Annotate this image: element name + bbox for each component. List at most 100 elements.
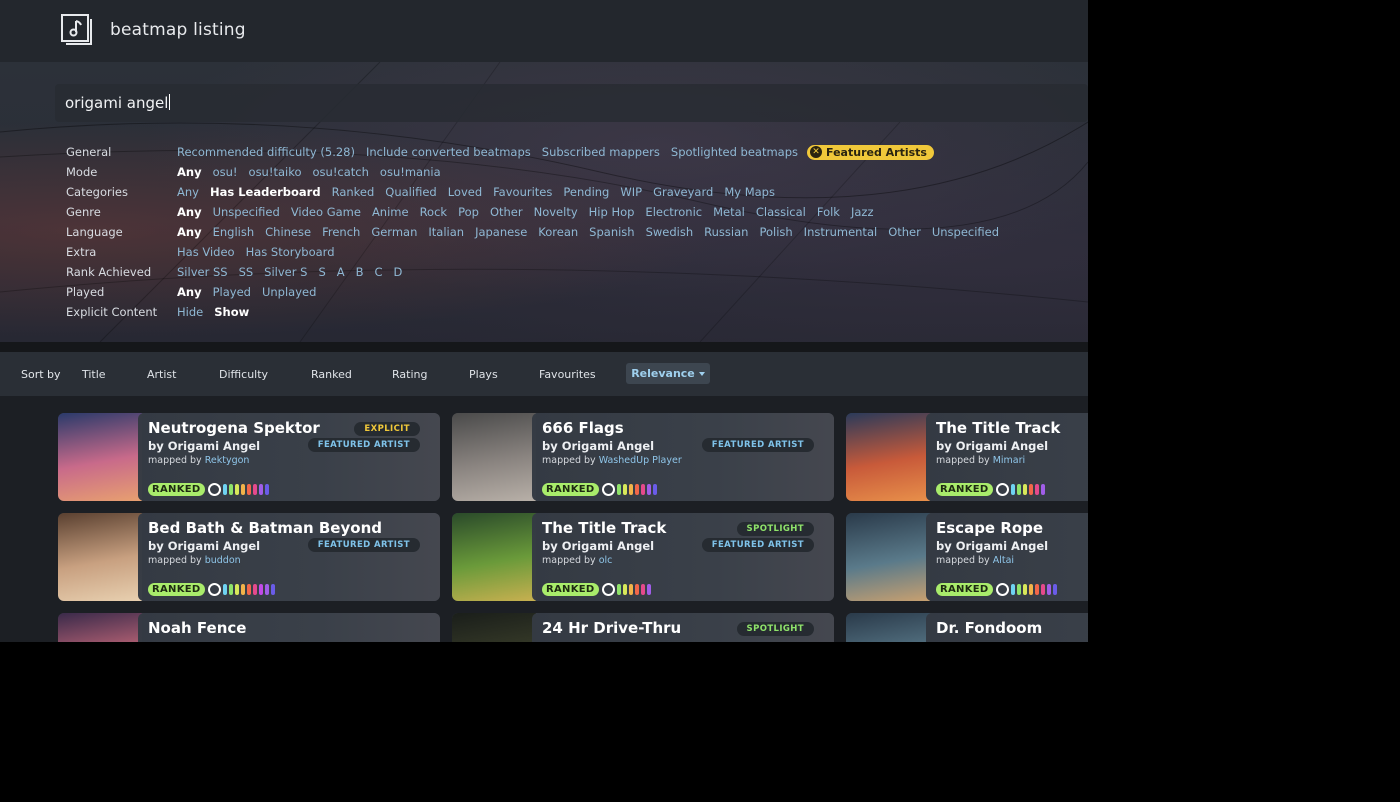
close-icon[interactable]: ✕ [810, 146, 823, 158]
filter-option-played[interactable]: Played [213, 285, 251, 299]
sort-relevance-button[interactable]: Relevance [626, 363, 710, 384]
beatmap-card[interactable]: The Title Track by Origami Angel mapped by… [846, 413, 1088, 501]
beatmap-artist[interactable]: by Origami Angel [936, 439, 1048, 453]
difficulty-indicator[interactable] [246, 583, 251, 595]
difficulty-indicator[interactable] [1022, 483, 1027, 495]
filter-option-any[interactable]: Any [177, 285, 202, 299]
filter-option-ss[interactable]: SS [239, 265, 254, 279]
filter-option-hip-hop[interactable]: Hip Hop [589, 205, 635, 219]
filter-option-any[interactable]: Any [177, 165, 202, 179]
filter-option-pop[interactable]: Pop [458, 205, 479, 219]
filter-option-ranked[interactable]: Ranked [332, 185, 375, 199]
difficulty-indicator[interactable] [622, 583, 627, 595]
difficulty-indicator[interactable] [616, 483, 621, 495]
filter-option-hide[interactable]: Hide [177, 305, 203, 319]
filter-option-s[interactable]: S [318, 265, 325, 279]
filter-option-other[interactable]: Other [888, 225, 921, 239]
difficulty-indicator[interactable] [1040, 483, 1045, 495]
filter-option-japanese[interactable]: Japanese [475, 225, 527, 239]
filter-option-a[interactable]: A [337, 265, 345, 279]
filter-option-metal[interactable]: Metal [713, 205, 745, 219]
filter-option-spanish[interactable]: Spanish [589, 225, 634, 239]
difficulty-indicator[interactable] [622, 483, 627, 495]
filter-option-instrumental[interactable]: Instrumental [804, 225, 878, 239]
filter-option-electronic[interactable]: Electronic [645, 205, 702, 219]
filter-option-silver-s[interactable]: Silver S [264, 265, 307, 279]
filter-option-subscribed-mappers[interactable]: Subscribed mappers [542, 145, 660, 160]
filter-option-german[interactable]: German [371, 225, 417, 239]
beatmap-artist[interactable]: by Origami Angel [542, 539, 654, 553]
filter-option-any[interactable]: Any [177, 205, 202, 219]
difficulty-indicator[interactable] [1028, 583, 1033, 595]
difficulty-indicator[interactable] [246, 483, 251, 495]
filter-option-unspecified[interactable]: Unspecified [932, 225, 999, 239]
difficulty-indicator[interactable] [646, 583, 651, 595]
filter-option-d[interactable]: D [394, 265, 403, 279]
beatmap-thumbnail[interactable] [846, 513, 930, 601]
beatmap-card[interactable]: Dr. Fondoom [846, 613, 1088, 642]
filter-option-graveyard[interactable]: Graveyard [653, 185, 713, 199]
beatmap-title[interactable]: The Title Track [542, 519, 666, 537]
filter-option-english[interactable]: English [213, 225, 255, 239]
beatmap-thumbnail[interactable] [58, 413, 142, 501]
beatmap-title[interactable]: Escape Rope [936, 519, 1043, 537]
difficulty-indicator[interactable] [228, 483, 233, 495]
difficulty-indicator[interactable] [640, 583, 645, 595]
beatmap-title[interactable]: Neutrogena Spektor [148, 419, 320, 437]
sort-ranked-button[interactable]: Ranked [311, 368, 352, 381]
filter-option-loved[interactable]: Loved [448, 185, 482, 199]
difficulty-indicator[interactable] [640, 483, 645, 495]
difficulty-indicator[interactable] [264, 483, 269, 495]
difficulty-indicator[interactable] [646, 483, 651, 495]
beatmap-artist[interactable]: by Origami Angel [148, 539, 260, 553]
filter-option-jazz[interactable]: Jazz [851, 205, 874, 219]
difficulty-indicator[interactable] [1010, 583, 1015, 595]
beatmap-card[interactable]: Bed Bath & Batman Beyond by Origami Angel… [58, 513, 440, 601]
filter-option-rock[interactable]: Rock [420, 205, 448, 219]
beatmap-title[interactable]: 24 Hr Drive-Thru [542, 619, 681, 637]
filter-option-french[interactable]: French [322, 225, 360, 239]
filter-option-swedish[interactable]: Swedish [646, 225, 694, 239]
filter-option-my-maps[interactable]: My Maps [724, 185, 775, 199]
mapper-link[interactable]: olc [599, 555, 613, 566]
difficulty-indicator[interactable] [1046, 583, 1051, 595]
filter-option-has-video[interactable]: Has Video [177, 245, 235, 259]
difficulty-indicator[interactable] [234, 483, 239, 495]
beatmap-title[interactable]: The Title Track [936, 419, 1060, 437]
filter-option-classical[interactable]: Classical [756, 205, 806, 219]
difficulty-indicator[interactable] [628, 483, 633, 495]
difficulty-indicator[interactable] [1010, 483, 1015, 495]
filter-option-folk[interactable]: Folk [817, 205, 840, 219]
filter-option-novelty[interactable]: Novelty [534, 205, 578, 219]
beatmap-thumbnail[interactable] [846, 613, 930, 642]
mapper-link[interactable]: Rektygon [205, 455, 250, 466]
difficulty-indicator[interactable] [258, 483, 263, 495]
sort-rating-button[interactable]: Rating [392, 368, 427, 381]
filter-option-osu-catch[interactable]: osu!catch [313, 165, 369, 179]
filter-option-chinese[interactable]: Chinese [265, 225, 311, 239]
difficulty-indicator[interactable] [234, 583, 239, 595]
beatmap-card[interactable]: Neutrogena Spektor by Origami Angel mapped… [58, 413, 440, 501]
mapper-link[interactable]: Mimari [993, 455, 1025, 466]
filter-option-recommended-difficulty-5-28[interactable]: Recommended difficulty (5.28) [177, 145, 355, 160]
filter-option-osu[interactable]: osu! [213, 165, 238, 179]
beatmap-artist[interactable]: by Origami Angel [936, 539, 1048, 553]
filter-option-include-converted-beatmaps[interactable]: Include converted beatmaps [366, 145, 531, 160]
filter-option-b[interactable]: B [356, 265, 364, 279]
beatmap-artist[interactable]: by Origami Angel [148, 439, 260, 453]
difficulty-indicator[interactable] [1022, 583, 1027, 595]
difficulty-indicator[interactable] [652, 483, 657, 495]
mapper-link[interactable]: buddon [205, 555, 241, 566]
search-input[interactable]: origami angel [55, 84, 1088, 122]
filter-option-show[interactable]: Show [214, 305, 249, 319]
filter-option-wip[interactable]: WIP [620, 185, 642, 199]
difficulty-indicator[interactable] [1034, 583, 1039, 595]
difficulty-indicator[interactable] [628, 583, 633, 595]
beatmap-thumbnail[interactable] [452, 613, 536, 642]
difficulty-indicator[interactable] [264, 583, 269, 595]
filter-option-any[interactable]: Any [177, 185, 199, 199]
difficulty-indicator[interactable] [1040, 583, 1045, 595]
beatmap-card[interactable]: 24 Hr Drive-Thru SPOTLIGHT [452, 613, 834, 642]
featured-artists-filter[interactable]: ✕ Featured Artists [807, 144, 934, 160]
beatmap-card[interactable]: 666 Flags by Origami Angel mapped by Washe… [452, 413, 834, 501]
